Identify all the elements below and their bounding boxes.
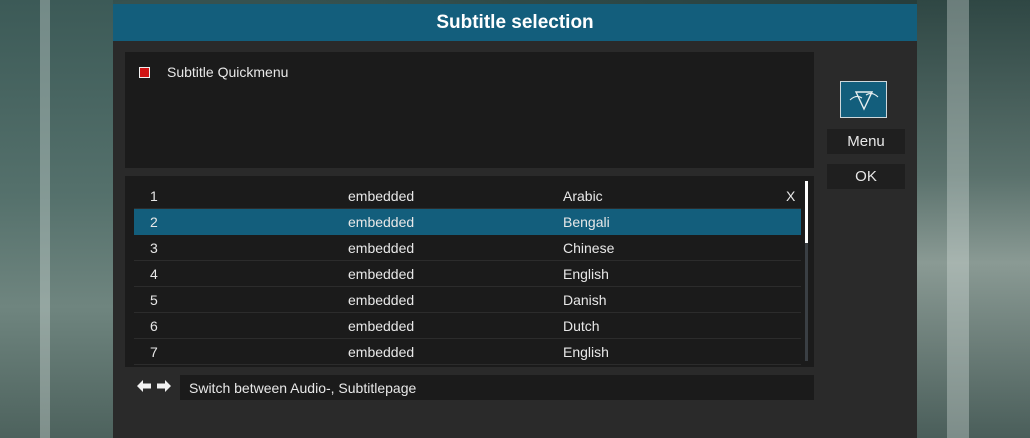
track-type: embedded	[348, 214, 415, 230]
track-type: embedded	[348, 266, 415, 282]
track-type: embedded	[348, 318, 415, 334]
track-language: Dutch	[563, 318, 600, 334]
track-number: 2	[150, 214, 158, 230]
track-number: 5	[150, 292, 158, 308]
track-type: embedded	[348, 344, 415, 360]
ok-button[interactable]: OK	[827, 164, 905, 189]
track-row[interactable]: 4 embedded English	[134, 261, 801, 287]
active-marker: X	[786, 188, 796, 204]
subtitle-dialog: Subtitle selection Subtitle Quickmenu 1 e…	[113, 4, 917, 438]
track-language: Bengali	[563, 214, 610, 230]
purex-logo-icon	[840, 81, 887, 118]
arrow-left-icon	[137, 380, 151, 392]
tree-trunk	[947, 0, 969, 438]
background-right	[917, 0, 1030, 438]
menu-button[interactable]: Menu	[827, 129, 905, 154]
track-number: 7	[150, 344, 158, 360]
track-row[interactable]: 6 embedded Dutch	[134, 313, 801, 339]
red-key-icon	[139, 66, 150, 78]
background-left	[0, 0, 113, 438]
track-type: embedded	[348, 292, 415, 308]
dialog-title: Subtitle selection	[113, 4, 917, 41]
track-row[interactable]: 2 embedded Bengali	[134, 209, 801, 235]
track-row[interactable]: 1 embedded Arabic X	[134, 183, 801, 209]
track-type: embedded	[348, 188, 415, 204]
track-language: Arabic	[563, 188, 603, 204]
quickmenu-item[interactable]: Subtitle Quickmenu	[139, 64, 288, 80]
scrollbar-thumb[interactable]	[805, 181, 808, 243]
track-type: embedded	[348, 240, 415, 256]
quickmenu-label: Subtitle Quickmenu	[167, 64, 289, 80]
track-number: 6	[150, 318, 158, 334]
track-row[interactable]: 7 embedded English	[134, 339, 801, 365]
quickmenu-panel: Subtitle Quickmenu	[125, 52, 814, 168]
arrow-right-icon	[157, 380, 171, 392]
track-number: 1	[150, 188, 158, 204]
track-number: 3	[150, 240, 158, 256]
tree-trunk	[40, 0, 50, 438]
track-number: 4	[150, 266, 158, 282]
hint-text: Switch between Audio-, Subtitlepage	[189, 379, 417, 396]
hint-arrows	[137, 380, 171, 392]
track-language: English	[563, 266, 609, 282]
track-row[interactable]: 5 embedded Danish	[134, 287, 801, 313]
track-language: English	[563, 344, 609, 360]
track-language: Chinese	[563, 240, 615, 256]
track-row[interactable]: 3 embedded Chinese	[134, 235, 801, 261]
track-list: 1 embedded Arabic X 2 embedded Bengali 3 embedde…	[125, 176, 814, 367]
hint-bar: Switch between Audio-, Subtitlepage	[180, 375, 814, 400]
track-language: Danish	[563, 292, 607, 308]
